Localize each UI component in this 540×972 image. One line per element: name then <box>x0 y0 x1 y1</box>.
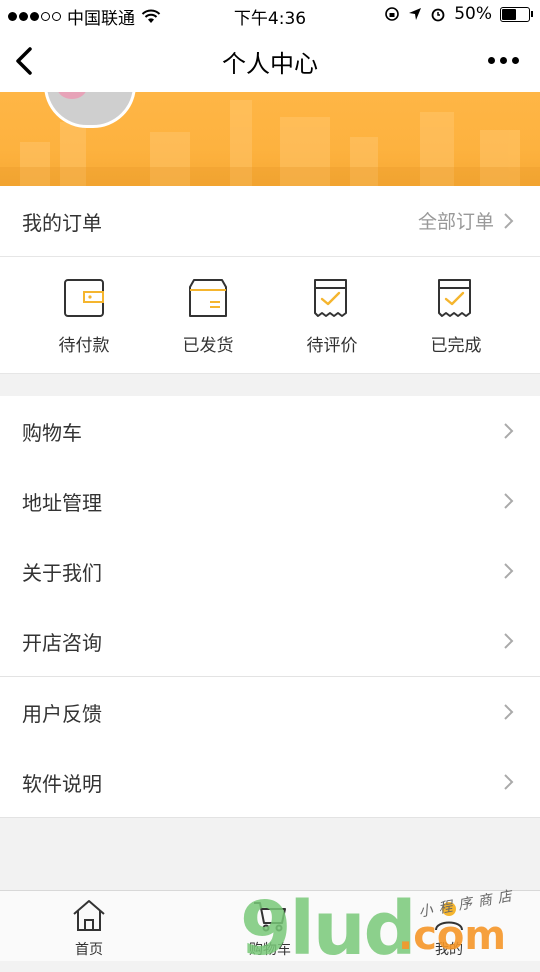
watermark-suffix: .com <box>398 913 507 959</box>
chevron-right-icon <box>504 213 514 229</box>
rotation-lock-icon <box>385 7 400 21</box>
menu-item-label: 地址管理 <box>22 491 102 515</box>
chevron-right-icon <box>504 493 514 509</box>
order-to-review-label: 待评价 <box>306 336 358 356</box>
my-orders-row[interactable]: 我的订单 全部订单 <box>0 186 540 257</box>
menu-item-label: 购物车 <box>22 421 82 445</box>
status-bar: 中国联通 下午4:36 50% <box>0 0 540 30</box>
chevron-right-icon <box>504 633 514 649</box>
order-pending-payment-label: 待付款 <box>58 336 110 356</box>
order-shipped-label: 已发货 <box>182 336 234 356</box>
menu-item-feedback[interactable]: 用户反馈 <box>0 677 540 748</box>
chevron-right-icon <box>504 423 514 439</box>
page-title: 个人中心 <box>222 50 318 78</box>
more-icon[interactable] <box>488 50 524 70</box>
menu-item-address[interactable]: 地址管理 <box>0 466 540 537</box>
order-completed[interactable]: 已完成 <box>416 277 496 356</box>
order-status-grid: 待付款 已发货 待评价 已完成 <box>0 257 540 374</box>
wallet-icon <box>64 279 104 317</box>
menu-item-software-info[interactable]: 软件说明 <box>0 747 540 818</box>
status-right: 50% <box>384 4 533 24</box>
order-pending-payment[interactable]: 待付款 <box>44 277 124 356</box>
home-icon <box>73 900 105 931</box>
menu-item-about[interactable]: 关于我们 <box>0 536 540 607</box>
chevron-right-icon <box>504 704 514 720</box>
all-orders-link[interactable]: 全部订单 <box>418 207 494 234</box>
alarm-icon <box>431 8 445 22</box>
menu-item-label: 开店咨询 <box>22 631 102 655</box>
order-completed-label: 已完成 <box>430 336 482 356</box>
completed-icon <box>438 279 471 317</box>
profile-banner <box>0 92 540 186</box>
order-shipped[interactable]: 已发货 <box>168 277 248 356</box>
menu-item-label: 软件说明 <box>22 772 102 796</box>
watermark-logo: 9lud <box>240 886 417 972</box>
battery-label: 50% <box>454 4 492 24</box>
my-orders-label: 我的订单 <box>22 211 102 235</box>
chevron-right-icon <box>504 563 514 579</box>
nav-bar: 个人中心 <box>0 30 540 92</box>
tab-home[interactable]: 首页 <box>44 897 134 959</box>
location-icon <box>409 8 422 20</box>
review-icon <box>314 279 347 317</box>
menu-item-store-consult[interactable]: 开店咨询 <box>0 606 540 677</box>
battery-icon <box>500 6 533 22</box>
box-icon <box>189 279 227 317</box>
menu-item-cart[interactable]: 购物车 <box>0 396 540 467</box>
menu-item-label: 关于我们 <box>22 561 102 585</box>
menu-item-label: 用户反馈 <box>22 702 102 726</box>
tab-home-label: 首页 <box>75 942 103 958</box>
order-to-review[interactable]: 待评价 <box>292 277 372 356</box>
chevron-right-icon <box>504 774 514 790</box>
